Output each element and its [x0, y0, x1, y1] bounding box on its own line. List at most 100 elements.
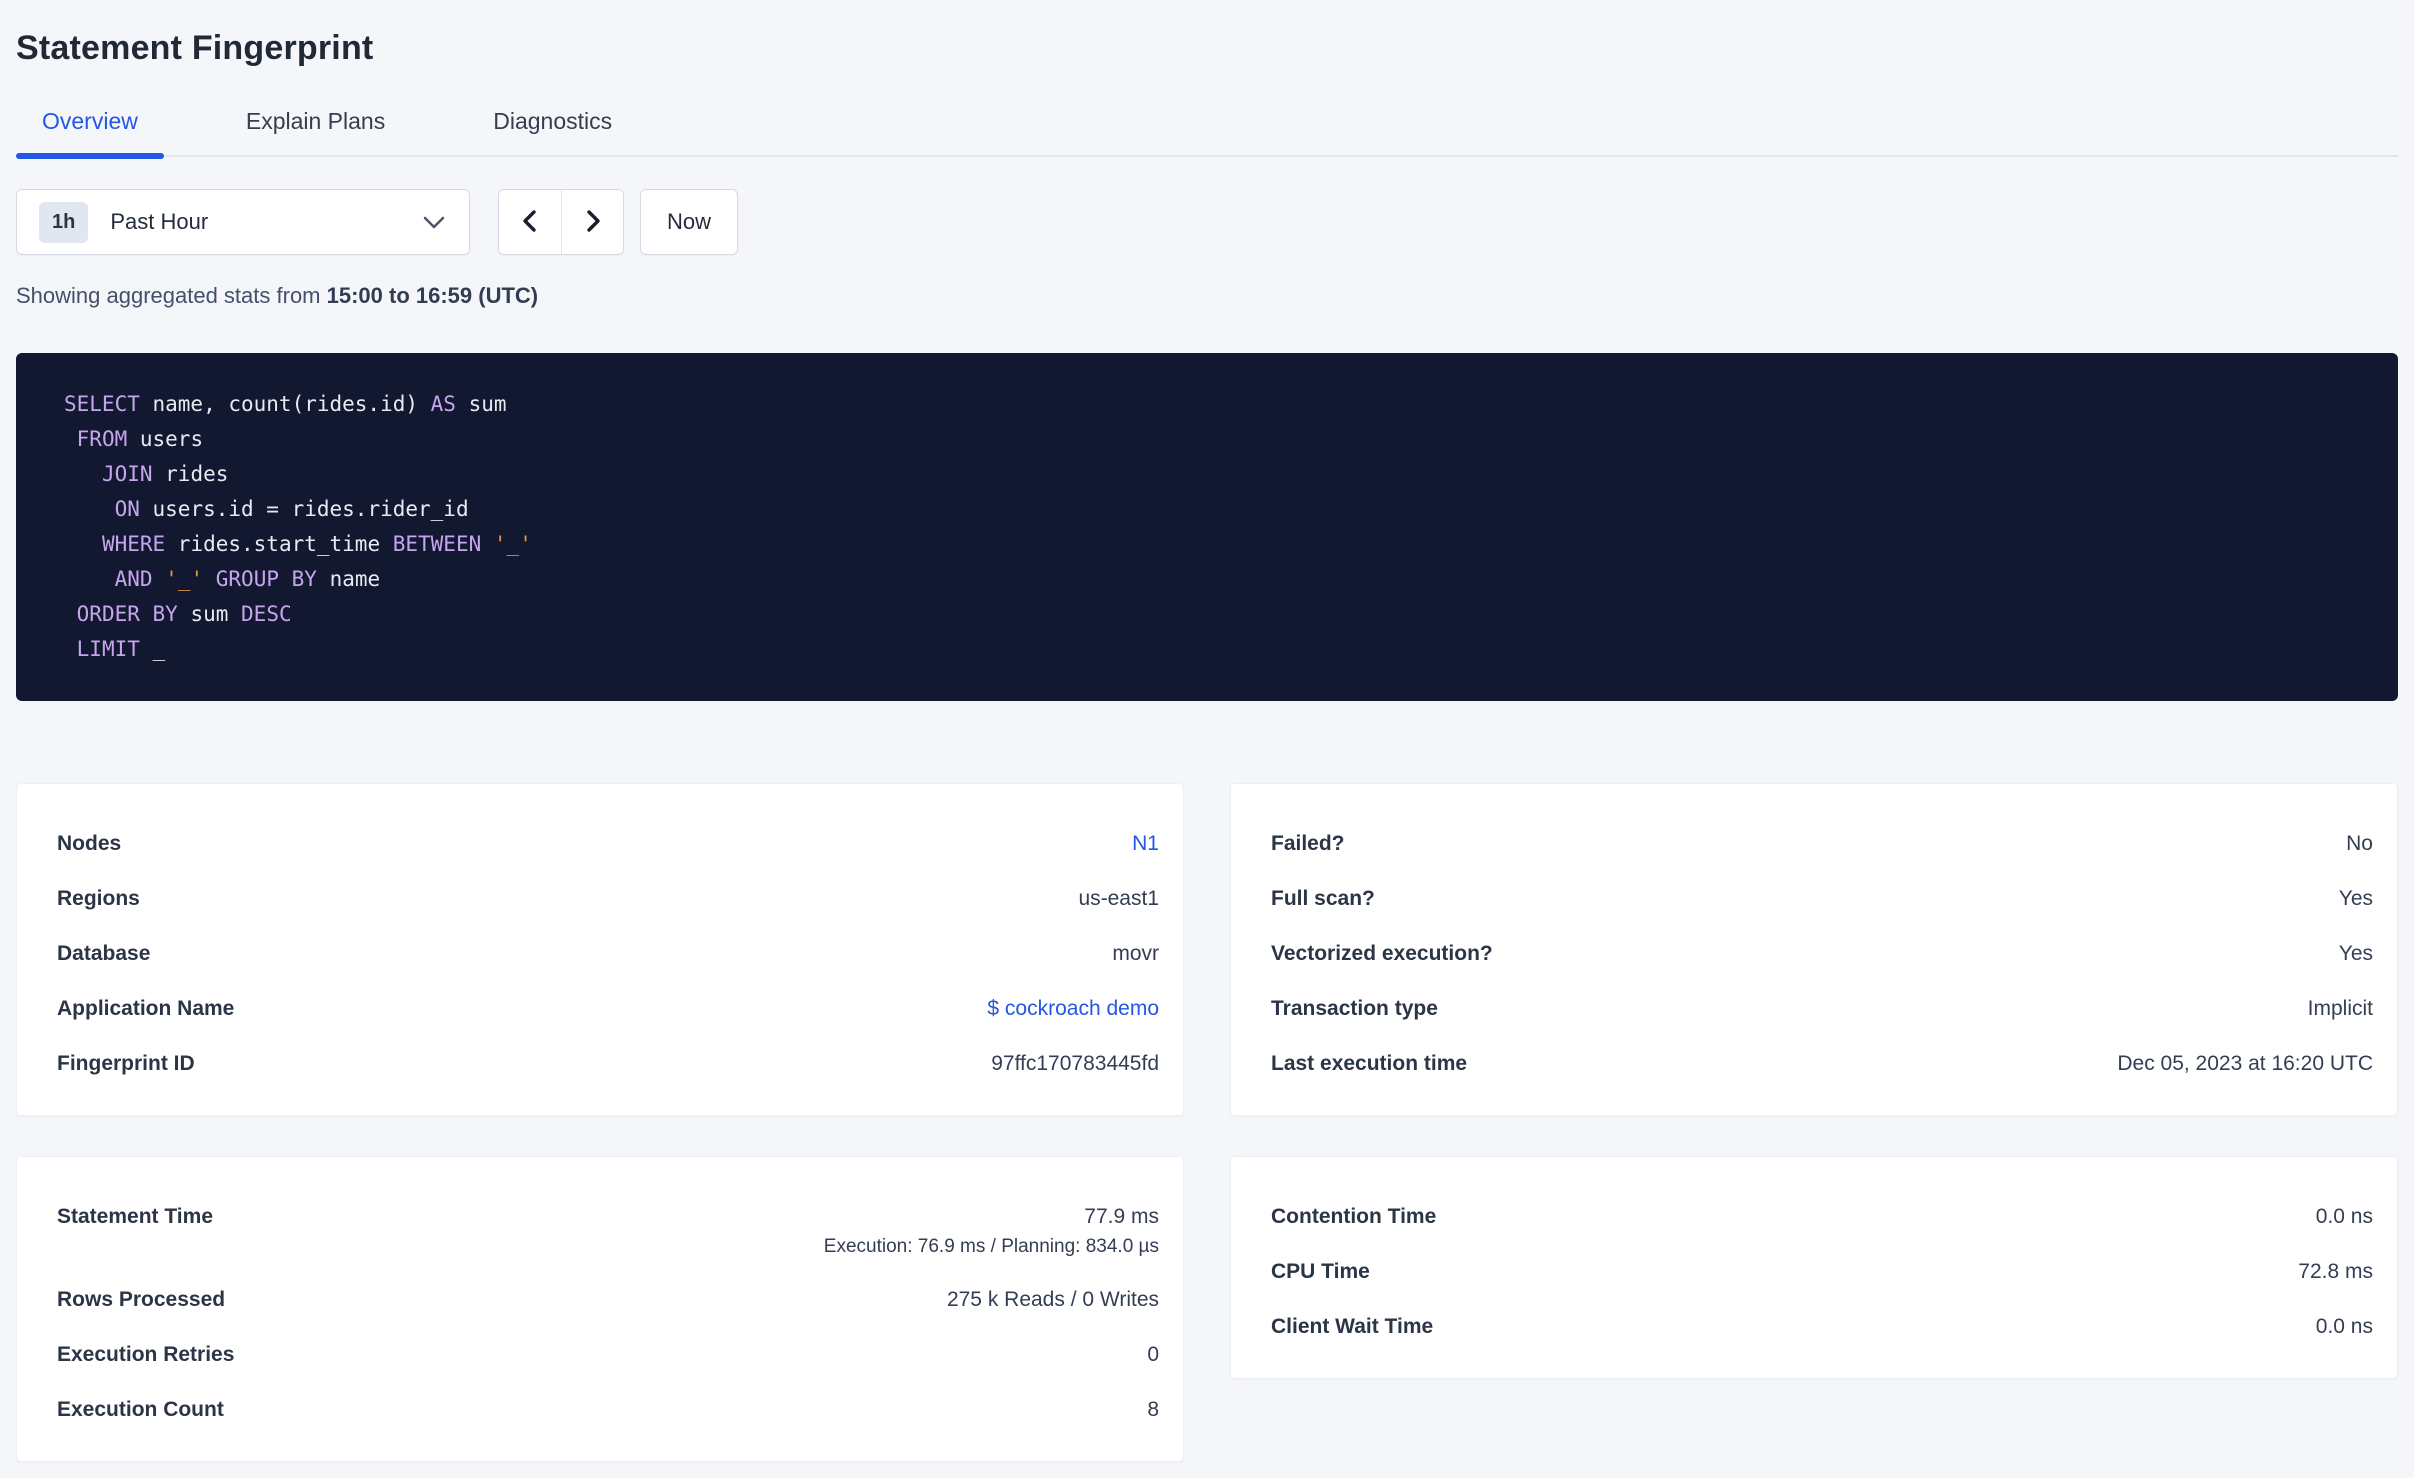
statement-details-card: Nodes N1 Regions us-east1 Database movr Applic… [16, 783, 1184, 1116]
chevron-down-icon [423, 216, 445, 229]
row-value: 0.0 ns [2315, 1315, 2373, 1338]
summary-row: Transaction type Implicit [1271, 997, 2373, 1020]
summary-row: Execution Count 8 [57, 1398, 1159, 1421]
row-value-wrap: N1 [1132, 832, 1159, 855]
row-label: Contention Time [1271, 1205, 1437, 1228]
page-title: Statement Fingerprint [16, 29, 374, 67]
summary-row: Statement Time 77.9 ms Execution: 76.9 ms … [57, 1205, 1159, 1256]
row-value-wrap: 77.9 ms Execution: 76.9 ms / Planning: 83… [824, 1205, 1159, 1256]
summary-row: Full scan? Yes [1271, 887, 2373, 910]
chevron-left-icon [517, 206, 543, 239]
row-value: 275 k Reads / 0 Writes [946, 1288, 1159, 1311]
statement-fingerprint-page: Statement Fingerprint Overview Explain P… [0, 0, 2414, 1462]
row-value-wrap: Dec 05, 2023 at 16:20 UTC [2117, 1052, 2373, 1075]
row-label: Rows Processed [57, 1288, 226, 1311]
summary-row: Contention Time 0.0 ns [1271, 1205, 2373, 1228]
row-value: Implicit [2307, 997, 2373, 1020]
row-value: movr [1112, 942, 1159, 965]
row-value: us-east1 [1078, 887, 1159, 910]
sql-statement: SELECT name, count(rides.id) AS sum FROM… [64, 387, 2350, 667]
row-label: CPU Time [1271, 1260, 1370, 1283]
row-value: 8 [1147, 1398, 1159, 1421]
summary-row: Nodes N1 [57, 832, 1159, 855]
wait-times-card: Contention Time 0.0 ns CPU Time 72.8 ms Clie… [1230, 1156, 2398, 1379]
row-label: Full scan? [1271, 887, 1375, 910]
stats-caption-prefix: Showing aggregated stats from [16, 283, 327, 308]
summary-row: Failed? No [1271, 832, 2373, 855]
row-value: Yes [2338, 942, 2373, 965]
sql-code: SELECT name, count(rides.id) AS sum FROM… [64, 392, 532, 661]
row-label: Execution Count [57, 1398, 224, 1421]
tab-explain-plans-label: Explain Plans [245, 108, 386, 134]
summary-row: Application Name $ cockroach demo [57, 997, 1159, 1020]
time-range-picker[interactable]: 1h Past Hour [16, 189, 470, 255]
previous-interval-button[interactable] [499, 190, 561, 254]
tab-explain-plans[interactable]: Explain Plans [220, 92, 411, 155]
row-value-link[interactable]: $ cockroach demo [987, 997, 1159, 1020]
row-label: Nodes [57, 832, 122, 855]
row-label: Last execution time [1271, 1052, 1468, 1075]
tab-diagnostics-label: Diagnostics [493, 108, 613, 134]
row-label: Failed? [1271, 832, 1345, 855]
row-value-wrap: Implicit [2308, 997, 2373, 1020]
row-value: No [2346, 832, 2373, 855]
row-value: Dec 05, 2023 at 16:20 UTC [2117, 1052, 2373, 1075]
summary-row: Database movr [57, 942, 1159, 965]
row-value: 72.8 ms [2298, 1260, 2373, 1283]
interval-label: Past Hour [110, 209, 209, 234]
row-label: Fingerprint ID [57, 1052, 195, 1075]
summary-row: CPU Time 72.8 ms [1271, 1260, 2373, 1283]
summary-row: Fingerprint ID 97ffc170783445fd [57, 1052, 1159, 1075]
row-label: Client Wait Time [1271, 1315, 1434, 1338]
sql-statement-box: SELECT name, count(rides.id) AS sum FROM… [16, 353, 2398, 701]
row-label: Statement Time [57, 1205, 213, 1228]
row-label: Regions [57, 887, 140, 910]
row-value-wrap: Yes [2339, 942, 2373, 965]
summary-row: Regions us-east1 [57, 887, 1159, 910]
row-value-wrap: 0 [1147, 1343, 1159, 1366]
row-label: Database [57, 942, 151, 965]
row-value-link[interactable]: N1 [1132, 832, 1159, 855]
summary-row: Client Wait Time 0.0 ns [1271, 1315, 2373, 1338]
row-value-wrap: 72.8 ms [2298, 1260, 2373, 1283]
summary-row: Vectorized execution? Yes [1271, 942, 2373, 965]
summary-row: Last execution time Dec 05, 2023 at 16:20… [1271, 1052, 2373, 1075]
row-value: Yes [2338, 887, 2373, 910]
row-value-wrap: No [2346, 832, 2373, 855]
row-subvalue: Execution: 76.9 ms / Planning: 834.0 µs [823, 1236, 1159, 1257]
row-value: 77.9 ms [1084, 1205, 1159, 1228]
row-value-wrap: us-east1 [1078, 887, 1159, 910]
row-value: 0 [1147, 1343, 1159, 1366]
row-value-wrap: 0.0 ns [2316, 1315, 2373, 1338]
statement-timings-card: Statement Time 77.9 ms Execution: 76.9 ms … [16, 1156, 1184, 1462]
row-value-wrap: 275 k Reads / 0 Writes [947, 1288, 1159, 1311]
row-label: Transaction type [1271, 997, 1438, 1020]
row-label: Application Name [57, 997, 235, 1020]
interval-badge: 1h [39, 201, 89, 243]
tabs: Overview Explain Plans Diagnostics [16, 92, 2398, 159]
chevron-right-icon [580, 206, 606, 239]
stats-caption-range: 15:00 to 16:59 (UTC) [326, 283, 539, 308]
time-step-buttons [498, 189, 624, 255]
row-value-wrap: 97ffc170783445fd [991, 1052, 1159, 1075]
summary-cards-grid: Nodes N1 Regions us-east1 Database movr Applic… [16, 783, 2398, 1462]
tab-overview-label: Overview [42, 108, 138, 134]
now-button[interactable]: Now [640, 189, 739, 255]
row-value-wrap: Yes [2339, 887, 2373, 910]
next-interval-button[interactable] [561, 190, 623, 254]
row-value-wrap: 0.0 ns [2316, 1205, 2373, 1228]
row-value-wrap: 8 [1147, 1398, 1159, 1421]
row-label: Vectorized execution? [1271, 942, 1493, 965]
summary-row: Execution Retries 0 [57, 1343, 1159, 1366]
time-toolbar: 1h Past Hour Now [16, 189, 2398, 255]
tab-overview[interactable]: Overview [16, 92, 164, 159]
row-value: 0.0 ns [2315, 1205, 2373, 1228]
row-value-wrap: movr [1112, 942, 1159, 965]
aggregated-stats-caption: Showing aggregated stats from 15:00 to 1… [16, 283, 2398, 309]
row-label: Execution Retries [57, 1343, 235, 1366]
summary-row: Rows Processed 275 k Reads / 0 Writes [57, 1288, 1159, 1311]
row-value-wrap: $ cockroach demo [987, 997, 1159, 1020]
tab-diagnostics[interactable]: Diagnostics [467, 92, 638, 155]
execution-attributes-card: Failed? No Full scan? Yes Vectorized executi… [1230, 783, 2398, 1116]
row-value: 97ffc170783445fd [991, 1052, 1159, 1075]
